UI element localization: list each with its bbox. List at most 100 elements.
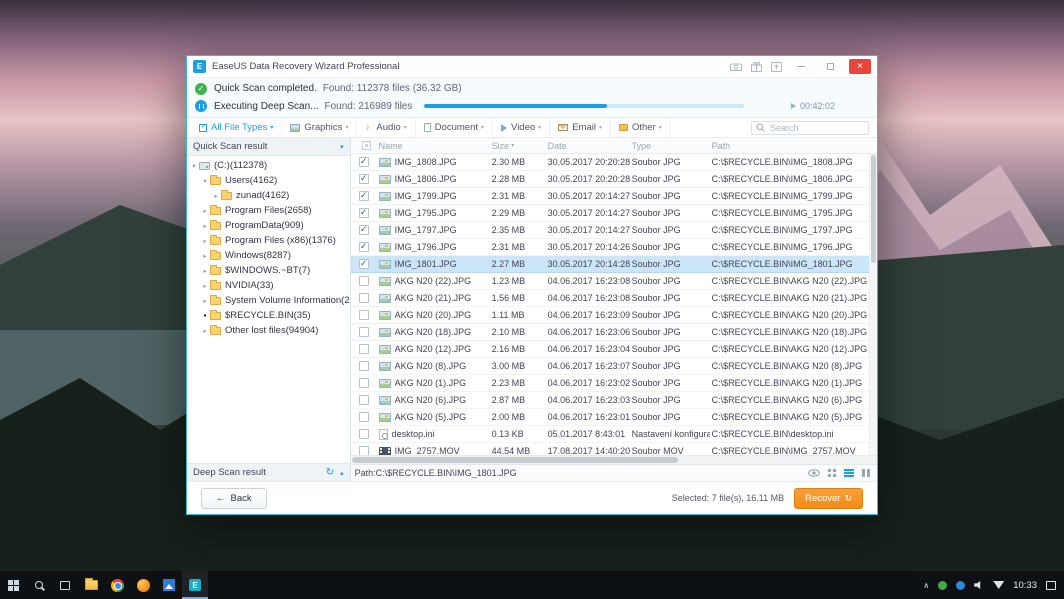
tree-item[interactable]: ▸ Other lost files(94904) (187, 323, 350, 338)
chevron-down-icon[interactable]: ▾ (340, 143, 344, 151)
tree-item[interactable]: ▸ $WINDOWS.~BT(7) (187, 263, 350, 278)
table-row[interactable]: IMG_1808.JPG 2.30 MB 30.05.2017 20:20:28So… (350, 154, 877, 171)
chevron-right-icon[interactable]: ▸ (200, 267, 210, 275)
chrome-taskbar-button[interactable] (104, 571, 130, 599)
upgrade-icon[interactable] (771, 61, 782, 72)
network-icon[interactable] (993, 581, 1005, 589)
minimize-button[interactable] (791, 59, 811, 74)
row-checkbox[interactable] (358, 446, 369, 455)
horizontal-scrollbar[interactable] (350, 455, 877, 464)
back-button[interactable]: ← Back (201, 487, 267, 509)
deep-scan-result-header[interactable]: Deep Scan result ↻ ▴ (187, 463, 350, 481)
chevron-down-icon[interactable]: ▾ (200, 177, 210, 185)
table-row[interactable]: IMG_2757.MOV 44.54 MB 17.08.2017 14:40:20 S… (351, 443, 877, 455)
table-row[interactable]: AKG N20 (1).JPG 2.23 MB 04.06.2017 16:23:0… (350, 375, 877, 392)
tree-item[interactable]: ▾ (C:)(112378) (187, 158, 350, 173)
row-checkbox[interactable] (358, 293, 369, 303)
maximize-button[interactable] (820, 59, 840, 74)
table-row[interactable]: AKG N20 (20).JPG 1.11 MB 04.06.2017 16:23:… (350, 307, 877, 324)
tree-item[interactable]: ▸ zunad(4162) (187, 188, 350, 203)
chevron-right-icon[interactable]: ▸ (200, 297, 210, 305)
row-checkbox[interactable] (358, 361, 369, 371)
volume-icon[interactable] (974, 580, 981, 590)
tree-item[interactable]: ▸ System Volume Information(2 (187, 293, 350, 308)
tree-item[interactable]: ▾ Users(4162) (187, 173, 350, 188)
taskbar-clock[interactable]: 10:33 (1013, 580, 1037, 591)
row-checkbox[interactable] (358, 344, 369, 354)
row-checkbox[interactable] (358, 327, 369, 337)
row-checkbox[interactable] (358, 412, 369, 422)
recover-button[interactable]: Recover ↻ (794, 487, 863, 509)
filter-tab-email[interactable]: Email ▾ (550, 118, 611, 137)
chevron-right-icon[interactable]: ▸ (211, 192, 221, 200)
column-size[interactable]: Size ▾ (490, 141, 546, 151)
filter-tab-graphics[interactable]: Graphics ▾ (282, 118, 358, 137)
filter-tab-video[interactable]: Video ▾ (493, 118, 551, 137)
row-checkbox[interactable] (358, 276, 369, 286)
search-input[interactable] (768, 121, 864, 134)
table-row[interactable]: AKG N20 (22).JPG 1.23 MB 04.06.2017 16:23:… (350, 273, 877, 290)
select-all-checkbox[interactable] (361, 141, 371, 150)
table-row[interactable]: IMG_1801.JPG 2.27 MB 30.05.2017 20:14:28So… (350, 256, 877, 273)
column-type[interactable]: Type (630, 141, 710, 151)
chevron-right-icon[interactable]: ▸ (200, 222, 210, 230)
row-checkbox[interactable] (358, 310, 369, 320)
table-row[interactable]: AKG N20 (12).JPG 2.16 MB 04.06.2017 16:23:… (350, 341, 877, 358)
tree-item[interactable]: ▸ Windows(8287) (187, 248, 350, 263)
table-row[interactable]: IMG_1795.JPG 2.29 MB 30.05.2017 20:14:27So… (350, 205, 877, 222)
chevron-up-icon[interactable]: ▴ (340, 469, 344, 477)
row-checkbox[interactable] (358, 191, 369, 201)
row-checkbox[interactable] (358, 259, 369, 269)
filter-tab-alltypes[interactable]: All File Types▾ (191, 118, 283, 137)
row-checkbox[interactable] (358, 242, 369, 252)
row-checkbox[interactable] (358, 395, 369, 405)
start-taskbar-button[interactable] (0, 571, 26, 599)
list-view-icon[interactable] (844, 469, 854, 477)
tree-item[interactable]: ● $RECYCLE.BIN(35) (187, 308, 350, 323)
chevron-right-icon[interactable]: ▸ (200, 327, 210, 335)
tree-item[interactable]: ▸ Program Files(2658) (187, 203, 350, 218)
search-taskbar-button[interactable] (26, 571, 52, 599)
vertical-scrollbar[interactable] (869, 154, 877, 455)
row-checkbox[interactable] (358, 174, 369, 184)
chevron-right-icon[interactable]: ▸ (200, 207, 210, 215)
refresh-icon[interactable]: ↻ (326, 467, 334, 478)
row-checkbox[interactable] (358, 378, 369, 388)
column-view-icon[interactable] (862, 469, 870, 477)
vertical-scrollbar-thumb[interactable] (871, 155, 876, 264)
tree-item[interactable]: ▸ Program Files (x86)(1376) (187, 233, 350, 248)
table-row[interactable]: IMG_1799.JPG 2.31 MB 30.05.2017 20:14:27So… (350, 188, 877, 205)
table-row[interactable]: IMG_1796.JPG 2.31 MB 30.05.2017 20:14:26So… (350, 239, 877, 256)
table-row[interactable]: AKG N20 (6).JPG 2.87 MB 04.06.2017 16:23:0… (350, 392, 877, 409)
chevron-right-icon[interactable]: ▸ (200, 252, 210, 260)
column-name[interactable]: Name (377, 141, 490, 151)
action-center-icon[interactable] (1046, 580, 1056, 590)
tree-item[interactable]: ▸ ProgramData(909) (187, 218, 350, 233)
row-checkbox[interactable] (358, 225, 369, 235)
search-box[interactable] (751, 120, 869, 135)
gift-icon[interactable] (751, 61, 762, 72)
row-checkbox[interactable] (358, 429, 369, 439)
task-view-taskbar-button[interactable] (52, 571, 78, 599)
chevron-down-icon[interactable]: ▾ (189, 162, 199, 170)
table-row[interactable]: desktop.ini 0.13 KB 05.01.2017 8:43:01 Nast… (350, 426, 877, 443)
row-checkbox[interactable] (358, 208, 369, 218)
tray-blue-icon[interactable] (956, 580, 966, 590)
tray-green-icon[interactable] (938, 580, 948, 590)
file-explorer-taskbar-button[interactable] (78, 571, 104, 599)
preview-eye-icon[interactable] (808, 469, 820, 477)
filter-tab-audio[interactable]: Audio▾ (357, 118, 416, 137)
firefox-taskbar-button[interactable] (130, 571, 156, 599)
tree-item[interactable]: ▸ NVIDIA(33) (187, 278, 350, 293)
table-row[interactable]: AKG N20 (5).JPG 2.00 MB 04.06.2017 16:23:0… (350, 409, 877, 426)
column-path[interactable]: Path (710, 141, 877, 151)
selected-dot[interactable]: ● (200, 313, 210, 319)
camera-icon[interactable] (730, 62, 742, 71)
filter-tab-other[interactable]: Other ▾ (611, 118, 671, 137)
chevron-right-icon[interactable]: ▸ (200, 282, 210, 290)
table-row[interactable]: AKG N20 (8).JPG 3.00 MB 04.06.2017 16:23:0… (350, 358, 877, 375)
easeus-taskbar-button[interactable] (182, 571, 208, 599)
quick-scan-result-header[interactable]: Quick Scan result ▾ (187, 138, 350, 156)
filter-tab-document[interactable]: Document ▾ (416, 118, 494, 137)
table-row[interactable]: AKG N20 (21).JPG 1.56 MB 04.06.2017 16:23:… (350, 290, 877, 307)
